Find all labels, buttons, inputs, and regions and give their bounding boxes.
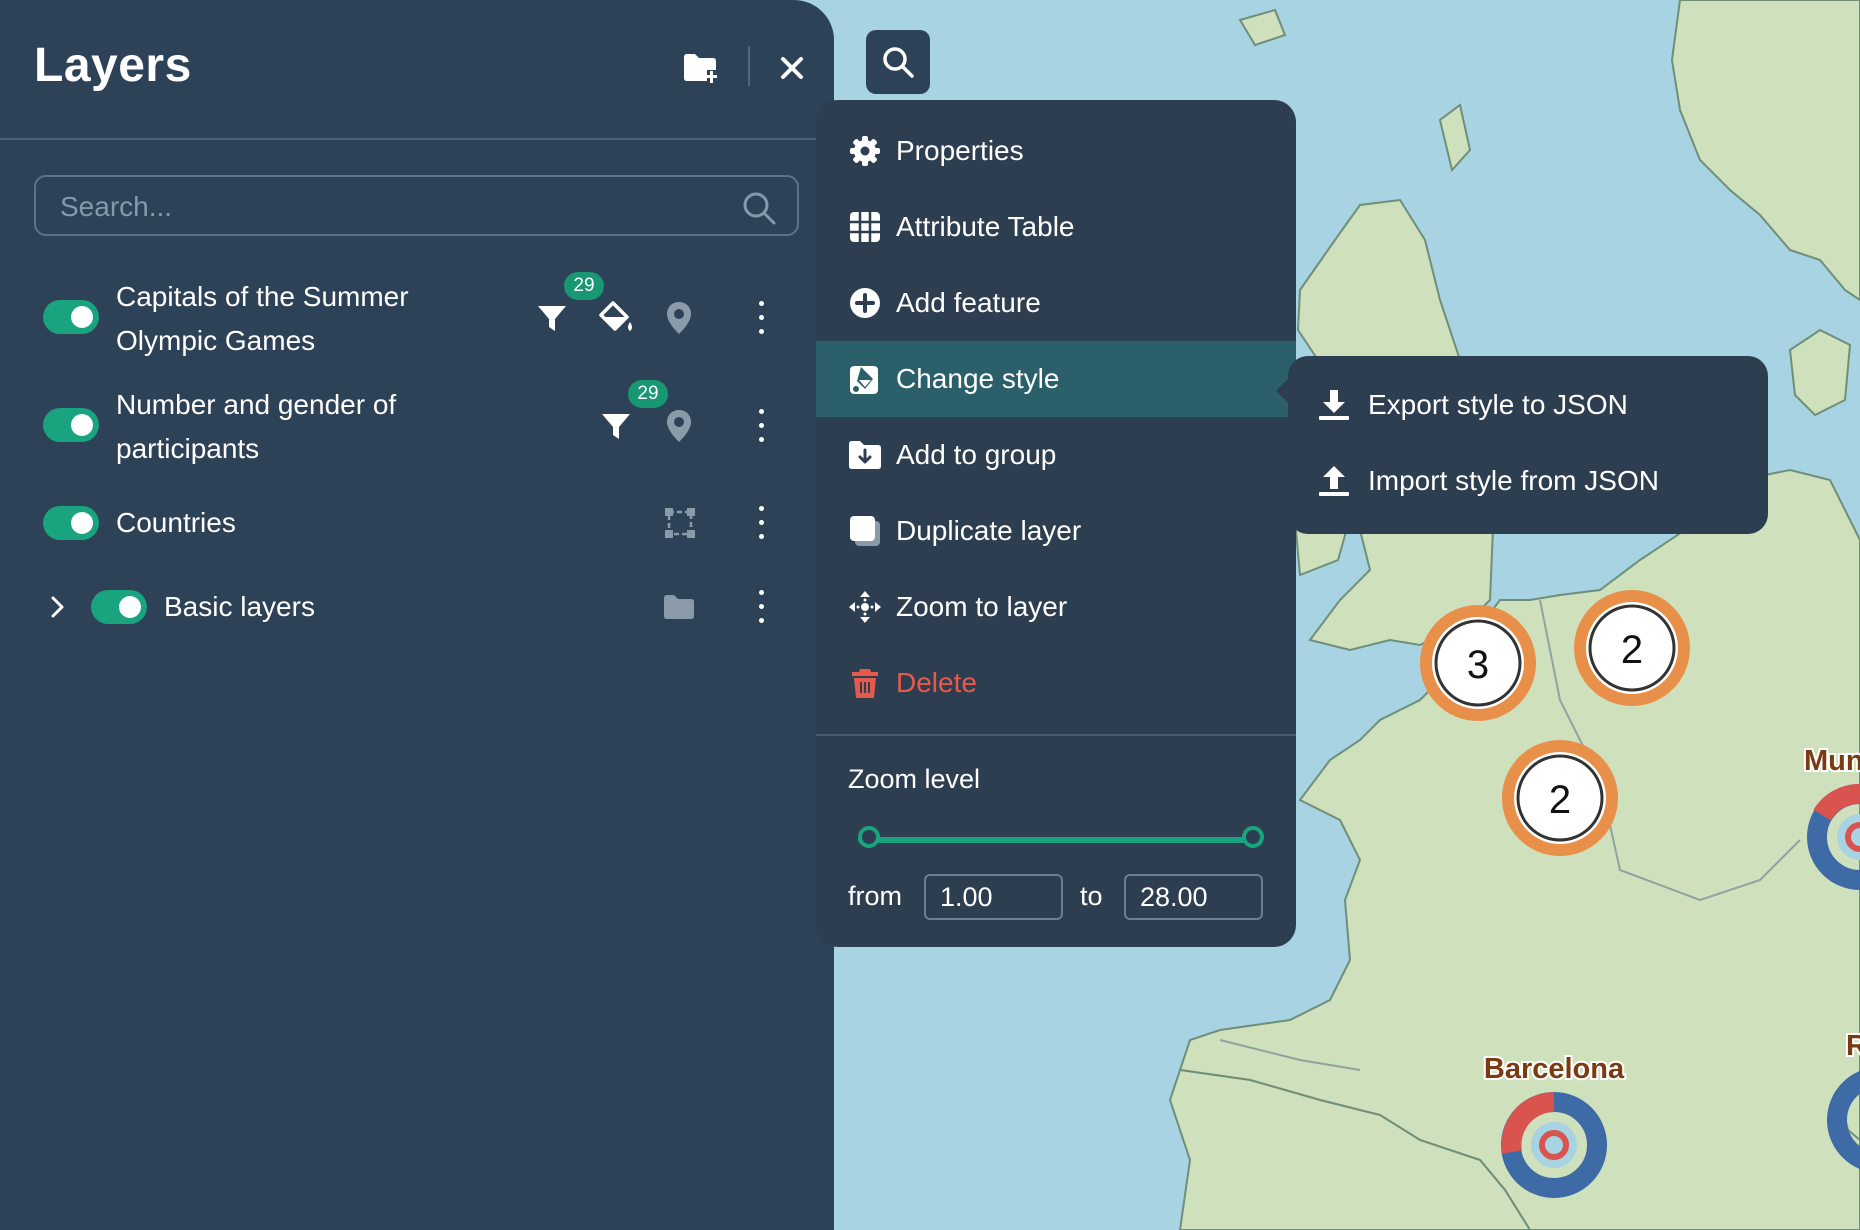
layer-more-button[interactable] xyxy=(756,409,766,443)
cluster-count: 2 xyxy=(1621,628,1643,672)
to-label: to xyxy=(1080,881,1103,911)
polygon-layer-button[interactable] xyxy=(663,506,697,540)
layer-name: Countries xyxy=(116,507,236,538)
layer-visibility-toggle[interactable] xyxy=(43,300,99,334)
menu-item-attribute-table[interactable]: Attribute Table xyxy=(816,189,1296,265)
layer-context-menu: Properties Attribute Table Add feature C… xyxy=(816,100,1296,947)
map-search-button[interactable] xyxy=(866,30,930,94)
menu-item-label: Properties xyxy=(896,135,1024,166)
filter-count-badge: 29 xyxy=(628,380,668,408)
search-icon xyxy=(883,47,914,78)
search-icon xyxy=(743,192,776,225)
header-divider xyxy=(748,46,750,86)
menu-item-add-to-group[interactable]: Add to group xyxy=(816,417,1296,493)
filter-button[interactable] xyxy=(534,300,570,336)
menu-item-label: Attribute Table xyxy=(896,211,1075,242)
location-button[interactable] xyxy=(663,408,695,444)
menu-item-label: Delete xyxy=(896,667,977,698)
plus-circle-icon xyxy=(848,286,882,320)
layer-more-button[interactable] xyxy=(756,590,766,624)
layer-row-capitals[interactable]: Capitals of the Summer Olympic Games 29 xyxy=(0,270,834,366)
zoom-max-handle[interactable] xyxy=(1242,826,1264,848)
folder-add-icon xyxy=(848,438,882,472)
menu-item-label: Add to group xyxy=(896,439,1057,470)
menu-item-export-style[interactable]: Export style to JSON xyxy=(1288,367,1768,443)
layer-visibility-toggle[interactable] xyxy=(43,506,99,540)
folder-icon xyxy=(664,595,694,619)
menu-item-label: Add feature xyxy=(896,287,1041,318)
cluster-count: 2 xyxy=(1549,778,1571,822)
layer-row-countries[interactable]: Countries xyxy=(0,498,834,548)
zoom-extent-icon xyxy=(848,590,882,624)
city-label-barcelona: Barcelona xyxy=(1484,1053,1625,1085)
menu-item-import-style[interactable]: Import style from JSON xyxy=(1288,443,1768,519)
city-label-munich: Mun xyxy=(1804,745,1860,777)
menu-item-duplicate-layer[interactable]: Duplicate layer xyxy=(816,493,1296,569)
header-separator xyxy=(0,138,834,140)
layer-visibility-toggle[interactable] xyxy=(91,590,147,624)
layer-visibility-toggle[interactable] xyxy=(43,408,99,442)
layers-panel: Layers Capitals of the Summer Olympic Ga… xyxy=(0,0,834,1230)
cluster-paris[interactable]: 2 xyxy=(1502,740,1618,856)
menu-item-delete[interactable]: Delete xyxy=(816,645,1296,721)
map-pin-icon xyxy=(667,302,691,334)
close-panel-button[interactable] xyxy=(772,48,812,88)
map-pin-icon xyxy=(667,410,691,442)
download-icon xyxy=(1318,389,1350,421)
panel-title: Layers xyxy=(34,39,192,92)
city-label-rome-partial: R xyxy=(1846,1030,1860,1062)
filter-count-badge: 29 xyxy=(564,272,604,300)
menu-item-change-style[interactable]: Change style xyxy=(816,341,1296,417)
zoom-level-label: Zoom level xyxy=(848,764,981,794)
upload-icon xyxy=(1318,465,1350,497)
filter-button[interactable] xyxy=(598,408,634,444)
menu-item-label: Duplicate layer xyxy=(896,515,1082,546)
filter-icon xyxy=(538,306,566,331)
filter-icon xyxy=(602,414,630,439)
menu-divider xyxy=(816,734,1296,736)
menu-item-add-feature[interactable]: Add feature xyxy=(816,265,1296,341)
layer-search xyxy=(34,175,799,236)
layer-row-participants[interactable]: Number and gender of participants 29 xyxy=(0,378,834,474)
change-style-submenu: Export style to JSON Import style from J… xyxy=(1276,356,1768,534)
close-icon xyxy=(781,57,803,79)
folder-add-icon xyxy=(684,54,717,84)
from-label: from xyxy=(848,881,902,911)
menu-item-label: Zoom to layer xyxy=(896,591,1068,622)
layer-name: Capitals of the Summer Olympic Games xyxy=(116,281,409,356)
layer-more-button[interactable] xyxy=(756,506,766,540)
search-input[interactable] xyxy=(58,177,722,236)
chevron-right-icon xyxy=(51,596,64,618)
layer-name: Basic layers xyxy=(164,591,315,622)
expand-group-button[interactable] xyxy=(46,591,70,623)
menu-item-properties[interactable]: Properties xyxy=(816,113,1296,189)
style-button[interactable] xyxy=(596,300,636,336)
menu-item-label: Change style xyxy=(896,363,1060,394)
zoom-min-handle[interactable] xyxy=(858,826,880,848)
zoom-to-input[interactable] xyxy=(1124,874,1263,920)
style-icon xyxy=(848,362,882,396)
menu-item-zoom-to-layer[interactable]: Zoom to layer xyxy=(816,569,1296,645)
gear-icon xyxy=(848,134,882,168)
menu-item-label: Import style from JSON xyxy=(1368,465,1659,496)
polygon-select-icon xyxy=(665,508,695,538)
location-button[interactable] xyxy=(663,300,695,336)
submenu-arrow xyxy=(1276,379,1288,403)
layer-more-button[interactable] xyxy=(756,301,766,335)
table-icon xyxy=(848,210,882,244)
cluster-london[interactable]: 3 xyxy=(1420,605,1536,721)
copy-icon xyxy=(848,514,882,548)
layer-group-basic-layers[interactable]: Basic layers xyxy=(0,582,834,632)
cluster-amsterdam[interactable]: 2 xyxy=(1574,590,1690,706)
cluster-count: 3 xyxy=(1467,643,1489,687)
zoom-from-input[interactable] xyxy=(924,874,1063,920)
menu-item-label: Export style to JSON xyxy=(1368,389,1628,420)
zoom-range-slider[interactable] xyxy=(858,837,1255,843)
layer-name: Number and gender of participants xyxy=(116,389,397,464)
trash-icon xyxy=(848,666,882,700)
paint-bucket-icon xyxy=(599,301,632,331)
group-folder-indicator xyxy=(662,592,696,622)
add-group-button[interactable] xyxy=(680,48,720,88)
